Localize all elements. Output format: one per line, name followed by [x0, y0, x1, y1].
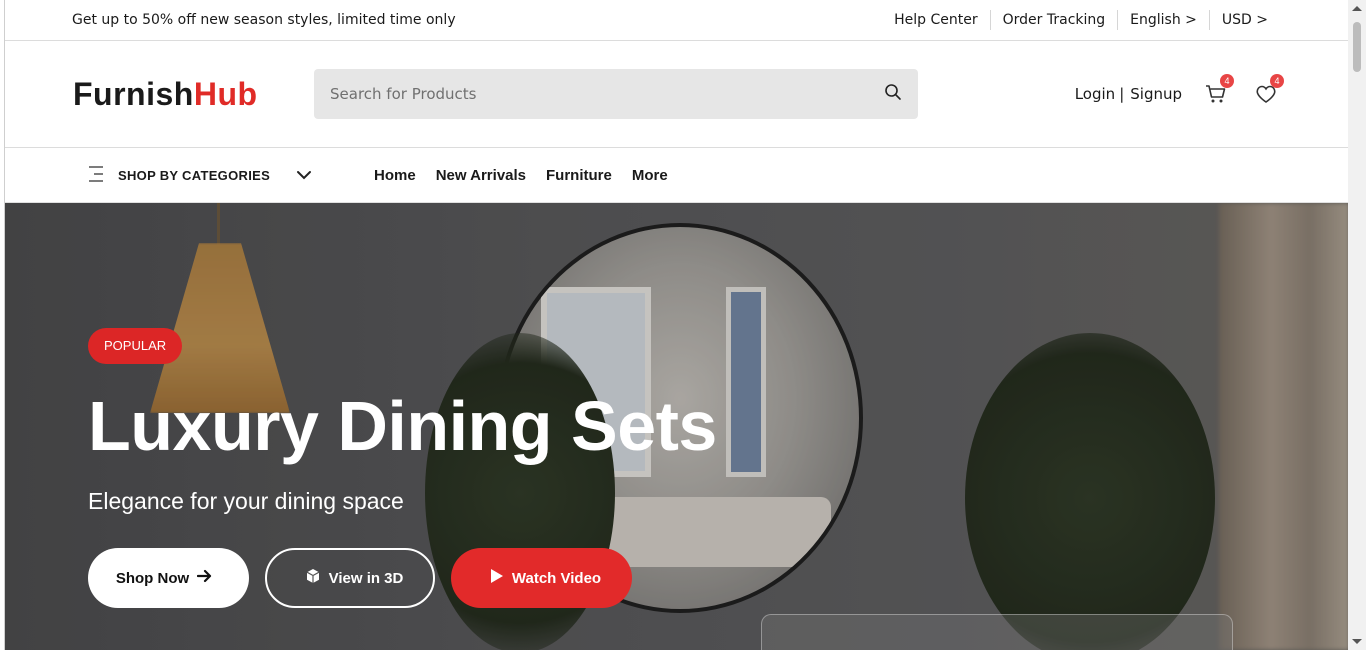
top-links: Help Center Order Tracking English > USD…	[882, 10, 1280, 30]
watch-video-button[interactable]: Watch Video	[451, 548, 632, 608]
shop-now-label: Shop Now	[115, 569, 190, 587]
scroll-up-arrow[interactable]	[1352, 6, 1362, 11]
nav-item-more[interactable]: More	[632, 167, 668, 184]
scrollbar[interactable]	[1348, 0, 1366, 650]
shop-by-categories-button[interactable]: SHOP BY CATEGORIES	[88, 165, 374, 186]
cart-count-badge: 4	[1220, 74, 1234, 88]
categories-label: SHOP BY CATEGORIES	[118, 167, 271, 183]
search-icon[interactable]	[884, 83, 902, 105]
logo-part-furnish: Furnish	[73, 75, 194, 112]
login-link[interactable]: Login	[1075, 85, 1115, 103]
account-area: Login | Signup 4 4	[1075, 74, 1284, 106]
search-input[interactable]	[330, 85, 830, 103]
cart-button[interactable]: 4	[1204, 74, 1234, 106]
wishlist-button[interactable]: 4	[1254, 74, 1284, 106]
cube-icon	[297, 568, 329, 588]
help-center-link[interactable]: Help Center	[882, 10, 990, 30]
language-selector[interactable]: English >	[1117, 10, 1209, 30]
watch-video-label: Watch Video	[511, 569, 602, 587]
play-icon	[482, 568, 512, 588]
header: FurnishHub Login | Signup 4 4	[5, 41, 1348, 148]
hero-info-card	[761, 614, 1233, 650]
popular-badge: POPULAR	[88, 328, 183, 364]
login-separator: |	[1119, 85, 1125, 103]
hero-title: Luxury Dining Sets	[88, 387, 717, 465]
view-in-3d-button[interactable]: View in 3D	[265, 548, 435, 608]
scroll-down-arrow[interactable]	[1352, 639, 1362, 644]
currency-selector[interactable]: USD >	[1208, 10, 1280, 30]
chevron-down-icon	[296, 168, 312, 183]
nav-item-furniture[interactable]: Furniture	[546, 167, 612, 184]
menu-icon	[88, 165, 104, 186]
nav-item-new-arrivals[interactable]: New Arrivals	[436, 167, 526, 184]
arrow-right-icon	[189, 569, 221, 587]
view-in-3d-label: View in 3D	[328, 569, 404, 587]
search-bar	[314, 69, 918, 119]
hero-subtitle: Elegance for your dining space	[88, 488, 404, 514]
signup-link[interactable]: Signup	[1130, 85, 1182, 103]
order-tracking-link[interactable]: Order Tracking	[989, 10, 1118, 30]
logo-part-hub: Hub	[193, 75, 258, 112]
nav-item-home[interactable]: Home	[374, 167, 416, 184]
page: Get up to 50% off new season styles, lim…	[4, 0, 1348, 650]
promo-text: Get up to 50% off new season styles, lim…	[72, 12, 456, 28]
heart-icon	[1254, 85, 1278, 110]
top-bar: Get up to 50% off new season styles, lim…	[5, 0, 1348, 41]
scrollbar-thumb[interactable]	[1353, 22, 1361, 72]
nav-menu: Home New Arrivals Furniture More	[374, 167, 688, 184]
cart-icon	[1204, 85, 1228, 110]
logo[interactable]: FurnishHub	[73, 76, 314, 113]
wishlist-count-badge: 4	[1270, 74, 1284, 88]
hero-buttons: Shop Now View in 3D Watch Video	[88, 548, 648, 608]
shop-now-button[interactable]: Shop Now	[88, 548, 249, 608]
main-nav: SHOP BY CATEGORIES Home New Arrivals Fur…	[5, 148, 1348, 203]
hero-banner: POPULAR Luxury Dining Sets Elegance for …	[5, 203, 1348, 650]
